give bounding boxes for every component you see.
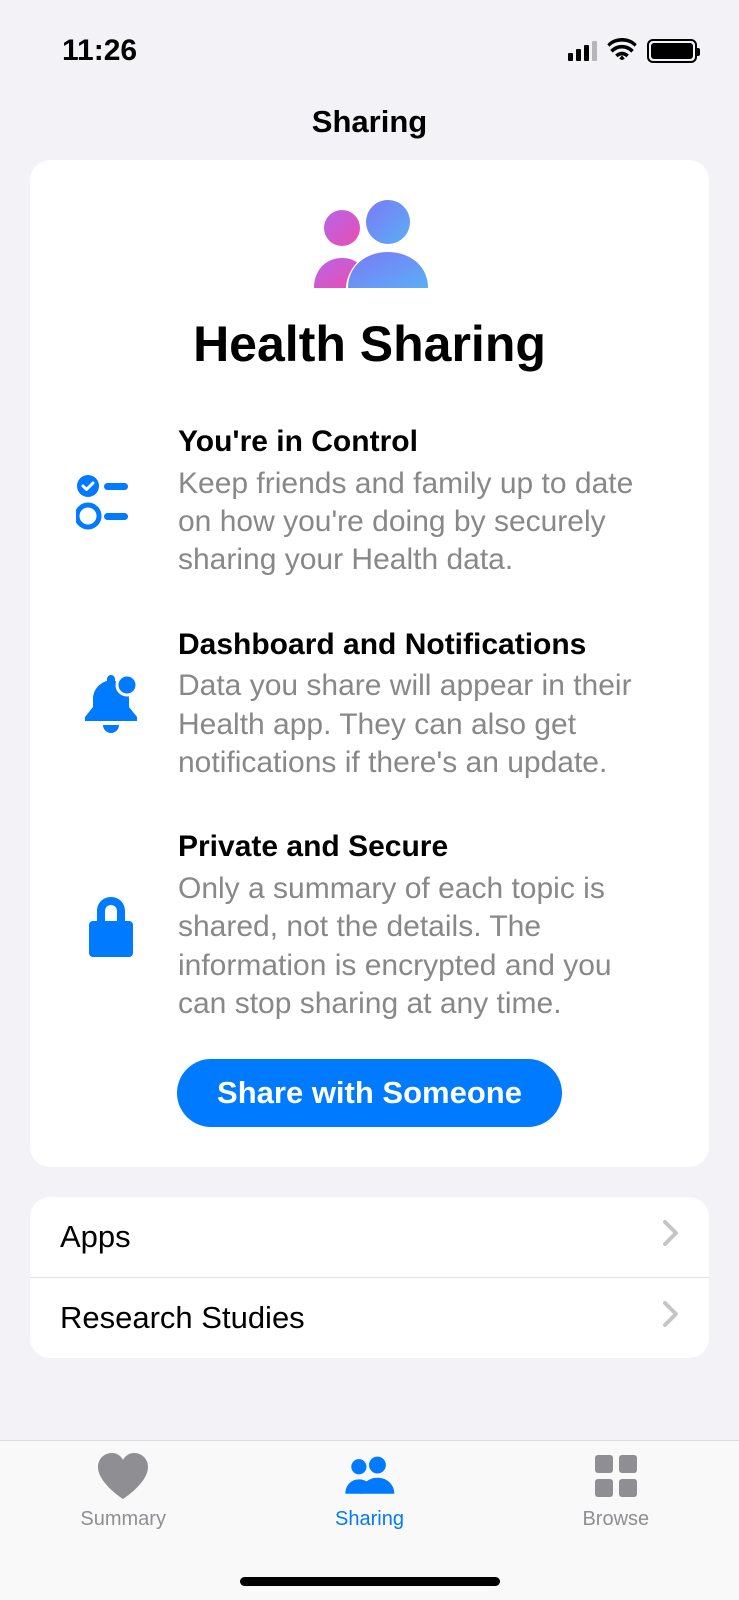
page-title: Sharing xyxy=(0,104,739,140)
chevron-right-icon xyxy=(663,1220,679,1254)
feature-desc: Only a summary of each topic is shared, … xyxy=(178,870,665,1024)
feature-desc: Data you share will appear in their Heal… xyxy=(178,667,665,782)
feature-desc: Keep friends and family up to date on ho… xyxy=(178,465,665,580)
chevron-right-icon xyxy=(663,1301,679,1335)
status-icons xyxy=(568,38,697,65)
lock-icon xyxy=(74,893,148,959)
feature-title: Private and Secure xyxy=(178,828,665,866)
feature-title: Dashboard and Notifications xyxy=(178,626,665,664)
list-item-label: Apps xyxy=(60,1219,131,1255)
share-button[interactable]: Share with Someone xyxy=(177,1059,562,1127)
battery-icon xyxy=(647,39,697,63)
feature-dashboard: Dashboard and Notifications Data you sha… xyxy=(60,626,679,783)
cellular-icon xyxy=(568,41,597,61)
tab-label: Summary xyxy=(80,1508,166,1531)
toggles-icon xyxy=(74,472,148,530)
wifi-icon xyxy=(607,38,637,65)
status-bar: 11:26 xyxy=(0,0,739,80)
people-icon xyxy=(342,1453,396,1504)
list-item-apps[interactable]: Apps xyxy=(30,1197,709,1277)
feature-title: You're in Control xyxy=(178,423,665,461)
grid-icon xyxy=(589,1453,643,1504)
tab-label: Sharing xyxy=(335,1508,404,1531)
heart-icon xyxy=(96,1453,150,1504)
feature-control: You're in Control Keep friends and famil… xyxy=(60,423,679,580)
status-time: 11:26 xyxy=(62,34,137,68)
list-item-research[interactable]: Research Studies xyxy=(30,1277,709,1358)
health-sharing-card: Health Sharing You're in Control Keep fr… xyxy=(30,160,709,1167)
tab-browse[interactable]: Browse xyxy=(493,1453,739,1600)
other-list: Apps Research Studies xyxy=(30,1197,709,1358)
hero-title: Health Sharing xyxy=(60,315,679,373)
people-icon xyxy=(60,200,679,297)
feature-private: Private and Secure Only a summary of eac… xyxy=(60,828,679,1023)
bell-icon xyxy=(74,671,148,737)
tab-bar: Summary Sharing Browse xyxy=(0,1440,739,1600)
home-indicator[interactable] xyxy=(240,1577,500,1586)
list-item-label: Research Studies xyxy=(60,1300,305,1336)
tab-summary[interactable]: Summary xyxy=(0,1453,246,1600)
tab-label: Browse xyxy=(582,1508,649,1531)
